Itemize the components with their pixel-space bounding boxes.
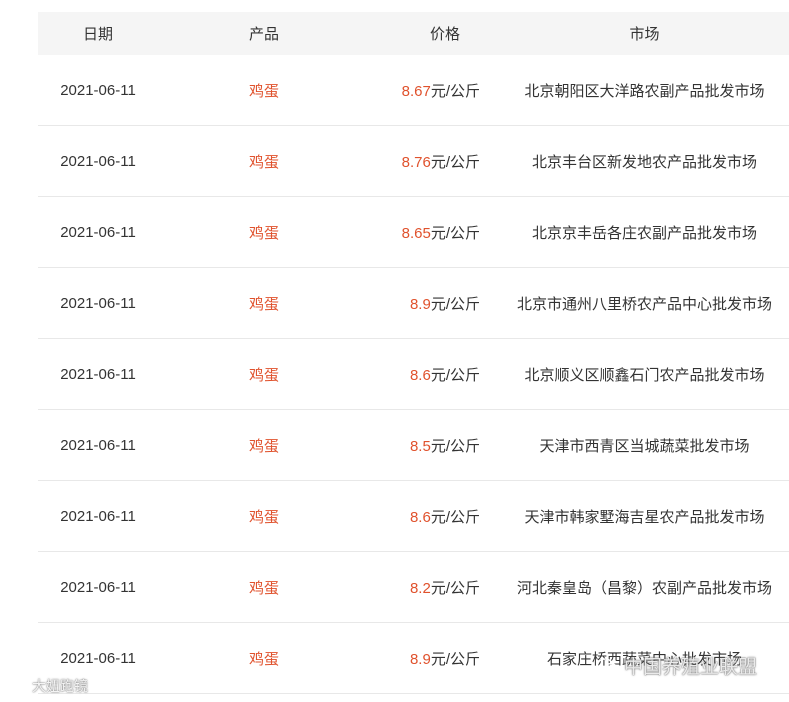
product-link[interactable]: 鸡蛋 (249, 296, 279, 313)
cell-price: 8.2元/公斤 (370, 577, 480, 598)
cell-product: 鸡蛋 (158, 435, 370, 456)
watermark-left-text: 大妞跑镜 (32, 678, 88, 694)
cell-product: 鸡蛋 (158, 222, 370, 243)
table-header: 日期 产品 价格 市场 (38, 12, 789, 55)
cell-price: 8.5元/公斤 (370, 435, 480, 456)
price-unit: 元/公斤 (430, 153, 480, 171)
header-market: 市场 (629, 26, 660, 43)
price-value: 8.76 (401, 153, 431, 171)
table-row: 2021-06-11 鸡蛋 8.65元/公斤 北京京丰岳各庄农副产品批发市场 (38, 197, 789, 268)
price-table: 日期 产品 价格 市场 2021-06-11 鸡蛋 8.67元/公斤 北京朝阳区… (38, 12, 789, 694)
cell-market: 北京顺义区顺鑫石门农产品批发市场 (524, 366, 765, 384)
product-link[interactable]: 鸡蛋 (249, 154, 279, 171)
price-unit: 元/公斤 (430, 437, 480, 455)
table-row: 2021-06-11 鸡蛋 8.9元/公斤 北京市通州八里桥农产品中心批发市场 (38, 268, 789, 339)
price-unit: 元/公斤 (430, 579, 480, 597)
table-row: 2021-06-11 鸡蛋 8.2元/公斤 河北秦皇岛（昌黎）农副产品批发市场 (38, 552, 789, 623)
cell-product: 鸡蛋 (158, 151, 370, 172)
cell-market: 北京市通州八里桥农产品中心批发市场 (516, 295, 772, 313)
price-unit: 元/公斤 (430, 650, 480, 668)
cell-date: 2021-06-11 (60, 223, 136, 241)
header-date: 日期 (82, 26, 113, 43)
cell-price: 8.6元/公斤 (370, 506, 480, 527)
watermark-right-text: 中国养殖业联盟 (624, 657, 758, 678)
cell-product: 鸡蛋 (158, 506, 370, 527)
cell-price: 8.65元/公斤 (370, 222, 480, 243)
price-value: 8.5 (409, 437, 431, 455)
cell-market: 天津市韩家墅海吉星农产品批发市场 (524, 508, 765, 526)
price-value: 8.6 (409, 366, 431, 384)
cell-product: 鸡蛋 (158, 80, 370, 101)
table-row: 2021-06-11 鸡蛋 8.76元/公斤 北京丰台区新发地农产品批发市场 (38, 126, 789, 197)
table-row: 2021-06-11 鸡蛋 8.6元/公斤 天津市韩家墅海吉星农产品批发市场 (38, 481, 789, 552)
cell-date: 2021-06-11 (60, 649, 136, 667)
price-value: 8.2 (409, 579, 431, 597)
price-value: 8.9 (409, 650, 431, 668)
cell-date: 2021-06-11 (60, 152, 136, 170)
cell-price: 8.67元/公斤 (370, 80, 480, 101)
product-link[interactable]: 鸡蛋 (249, 367, 279, 384)
cell-product: 鸡蛋 (158, 577, 370, 598)
product-link[interactable]: 鸡蛋 (249, 83, 279, 100)
table-row: 2021-06-11 鸡蛋 8.67元/公斤 北京朝阳区大洋路农副产品批发市场 (38, 55, 789, 126)
price-value: 8.65 (401, 224, 431, 242)
price-value: 8.9 (409, 295, 431, 313)
cell-market: 北京丰台区新发地农产品批发市场 (531, 153, 757, 171)
cell-market: 河北秦皇岛（昌黎）农副产品批发市场 (516, 579, 772, 597)
price-unit: 元/公斤 (430, 224, 480, 242)
table-row: 2021-06-11 鸡蛋 8.6元/公斤 北京顺义区顺鑫石门农产品批发市场 (38, 339, 789, 410)
cell-market: 北京朝阳区大洋路农副产品批发市场 (524, 82, 765, 100)
cell-price: 8.9元/公斤 (370, 293, 480, 314)
cell-product: 鸡蛋 (158, 648, 370, 669)
cell-date: 2021-06-11 (60, 436, 136, 454)
header-product: 产品 (248, 26, 279, 43)
price-unit: 元/公斤 (430, 82, 480, 100)
cell-date: 2021-06-11 (60, 81, 136, 99)
table-row: 2021-06-11 鸡蛋 8.5元/公斤 天津市西青区当城蔬菜批发市场 (38, 410, 789, 481)
watermark-left: 大妞跑镜 (6, 676, 88, 696)
price-value: 8.6 (409, 508, 431, 526)
price-unit: 元/公斤 (430, 508, 480, 526)
cell-date: 2021-06-11 (60, 507, 136, 525)
product-link[interactable]: 鸡蛋 (249, 438, 279, 455)
weibo-icon (9, 680, 25, 693)
product-link[interactable]: 鸡蛋 (249, 580, 279, 597)
header-price: 价格 (429, 26, 460, 43)
cell-date: 2021-06-11 (60, 294, 136, 312)
product-link[interactable]: 鸡蛋 (249, 509, 279, 526)
cell-date: 2021-06-11 (60, 578, 136, 596)
page: 日期 产品 价格 市场 2021-06-11 鸡蛋 8.67元/公斤 北京朝阳区… (0, 0, 789, 702)
cell-market: 北京京丰岳各庄农副产品批发市场 (531, 224, 757, 242)
wechat-icon (596, 657, 618, 673)
cell-price: 8.76元/公斤 (370, 151, 480, 172)
cell-product: 鸡蛋 (158, 293, 370, 314)
product-link[interactable]: 鸡蛋 (249, 225, 279, 242)
cell-market: 天津市西青区当城蔬菜批发市场 (539, 437, 750, 455)
cell-price: 8.9元/公斤 (370, 648, 480, 669)
price-unit: 元/公斤 (430, 295, 480, 313)
product-link[interactable]: 鸡蛋 (249, 651, 279, 668)
watermark-right: 中国养殖业联盟 (596, 652, 757, 679)
cell-date: 2021-06-11 (60, 365, 136, 383)
price-unit: 元/公斤 (430, 366, 480, 384)
cell-product: 鸡蛋 (158, 364, 370, 385)
cell-price: 8.6元/公斤 (370, 364, 480, 385)
price-value: 8.67 (401, 82, 431, 100)
